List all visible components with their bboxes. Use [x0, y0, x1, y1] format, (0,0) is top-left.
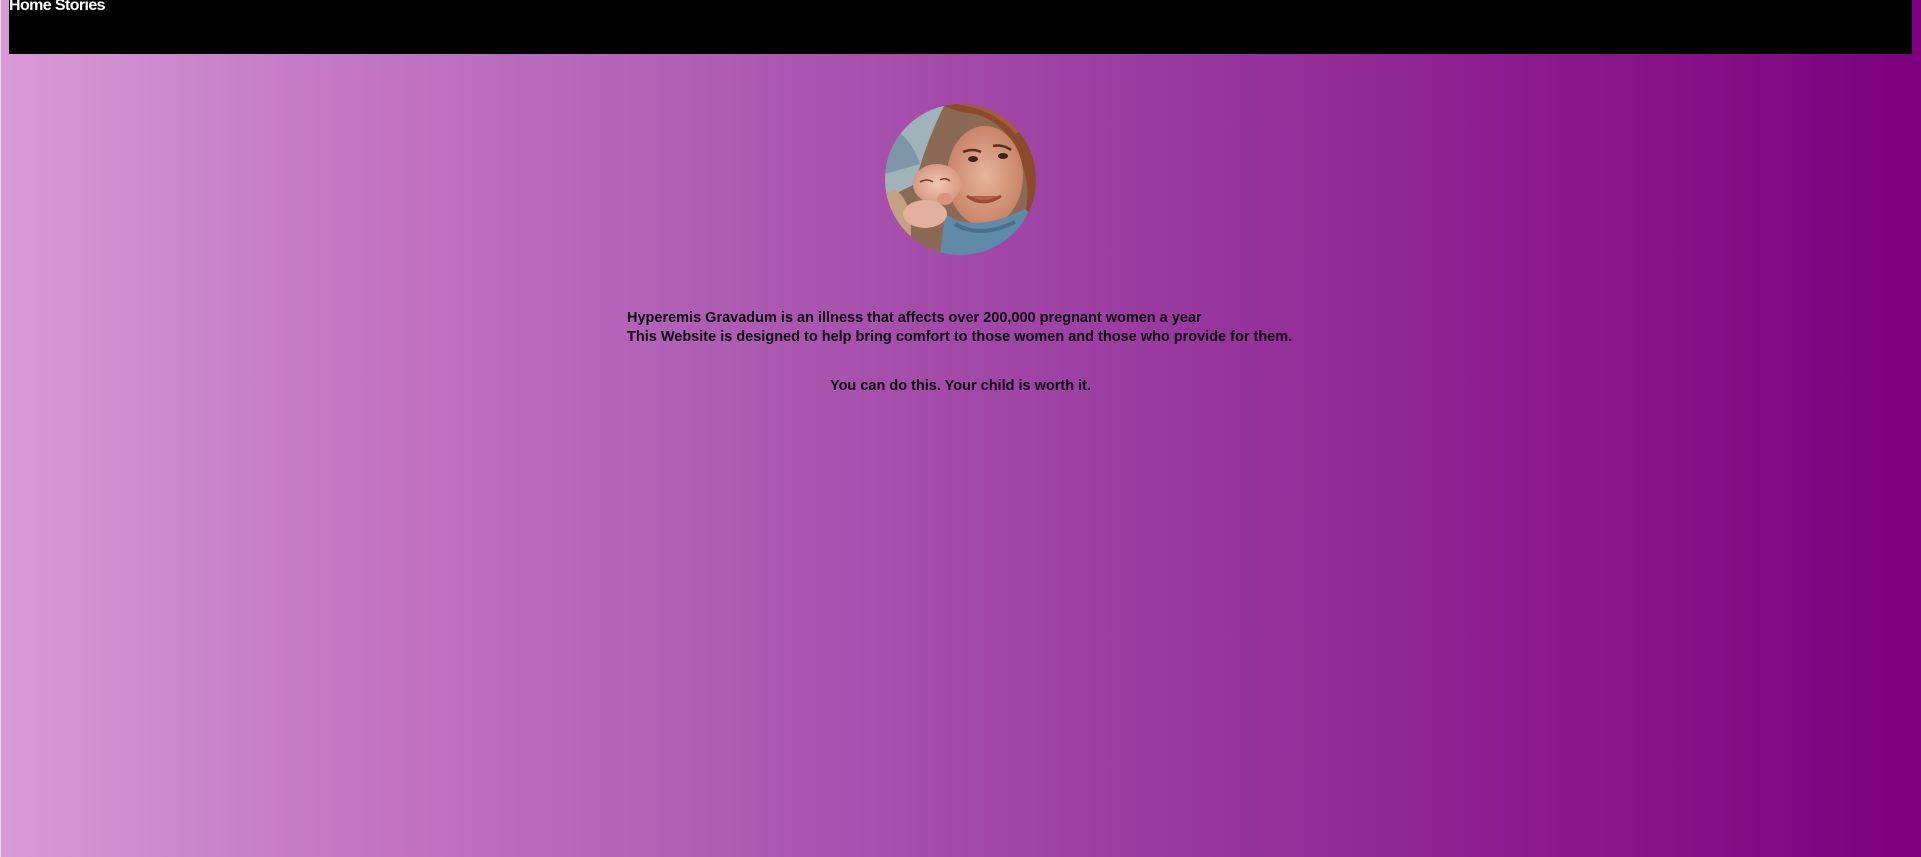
hero-photo — [885, 104, 1036, 255]
intro-text: Hyperemis Gravadum is an illness that af… — [627, 309, 1292, 347]
intro-line-purpose: This Website is designed to help bring c… — [627, 329, 1293, 345]
page-left-edge — [0, 0, 1, 857]
tagline: You can do this. Your child is worth it. — [829, 378, 1091, 394]
nav-link-home[interactable]: Home — [9, 0, 52, 14]
nav-link-stories[interactable]: Stories — [55, 0, 106, 14]
top-navbar: Home Stories — [9, 0, 1912, 54]
nav-links: Home Stories — [9, 0, 106, 15]
intro-line-illness: Hyperemis Gravadum is an illness that af… — [627, 310, 1202, 326]
mother-and-newborn-photo-icon — [885, 104, 1036, 255]
